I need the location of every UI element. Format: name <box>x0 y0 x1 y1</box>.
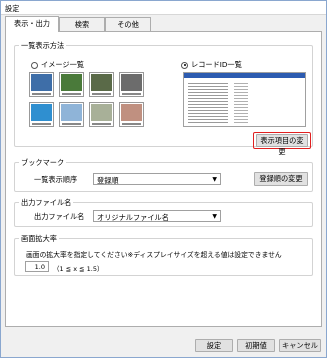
record-list-preview <box>183 72 306 127</box>
thumbnail <box>89 72 114 97</box>
output-filename-label: 出力ファイル名 <box>34 212 85 221</box>
tab-search[interactable]: 検索 <box>59 17 105 31</box>
radio-label: イメージ一覧 <box>41 60 84 69</box>
image-list-preview <box>29 72 144 127</box>
thumbnail <box>89 102 114 127</box>
thumbnail <box>59 72 84 97</box>
output-filename-select[interactable]: オリジナルファイル名 ▼ <box>93 210 221 222</box>
select-value: オリジナルファイル名 <box>97 213 169 222</box>
group-label: 一覧表示方法 <box>19 41 67 51</box>
tab-label: 表示・出力 <box>14 19 50 28</box>
group-label: ブックマーク <box>19 158 67 168</box>
radio-record-id-list[interactable]: レコードID一覧 <box>181 60 242 70</box>
cancel-button[interactable]: キャンセル <box>279 339 321 352</box>
tab-display-output[interactable]: 表示・出力 <box>5 16 59 32</box>
title-bar: 設定 <box>1 1 326 15</box>
reset-button[interactable]: 初期値 <box>237 339 275 352</box>
thumbnail <box>119 72 144 97</box>
thumbnail <box>29 102 54 127</box>
thumbnail <box>59 102 84 127</box>
group-label: 画面拡大率 <box>19 234 59 244</box>
group-label: 出力ファイル名 <box>19 198 74 208</box>
change-order-button[interactable]: 登録順の変更 <box>254 172 308 186</box>
ok-button[interactable]: 設定 <box>195 339 233 352</box>
radio-button[interactable] <box>31 61 38 69</box>
radio-button[interactable] <box>181 61 188 69</box>
radio-label: レコードID一覧 <box>191 60 242 69</box>
tab-label: その他 <box>117 20 139 29</box>
button-label: 初期値 <box>245 341 267 350</box>
window-title: 設定 <box>5 4 20 13</box>
tab-panel: 一覧表示方法 イメージ一覧 レコードID一覧 表示項目の変更 ブックマーク 一覧… <box>5 31 322 327</box>
change-display-items-button[interactable]: 表示項目の変更 <box>256 134 308 156</box>
thumbnail <box>29 72 54 97</box>
zoom-range: （1 ≦ x ≦ 1.5） <box>53 265 104 273</box>
zoom-description: 画面の拡大率を指定してください※ディスプレイサイズを超える値は設定できません <box>26 251 282 259</box>
select-value: 登録順 <box>97 176 119 185</box>
output-filename-group: 出力ファイル名 出力ファイル名 オリジナルファイル名 ▼ <box>14 198 313 227</box>
list-rows <box>234 81 248 125</box>
order-select[interactable]: 登録順 ▼ <box>93 173 221 185</box>
list-display-group: 一覧表示方法 イメージ一覧 レコードID一覧 表示項目の変更 <box>14 41 313 156</box>
radio-image-list[interactable]: イメージ一覧 <box>31 60 84 70</box>
button-label: 登録順の変更 <box>259 174 303 183</box>
zoom-input[interactable]: 1.0 <box>25 261 49 272</box>
order-label: 一覧表示順序 <box>34 175 78 184</box>
settings-dialog: 設定 表示・出力 検索 その他 一覧表示方法 イメージ一覧 レコードID一覧 表… <box>0 0 327 358</box>
chevron-down-icon: ▼ <box>212 213 217 220</box>
tab-other[interactable]: その他 <box>105 17 151 31</box>
chevron-down-icon: ▼ <box>212 176 217 183</box>
button-label: キャンセル <box>282 341 318 350</box>
button-label: 表示項目の変更 <box>260 136 304 156</box>
list-rows <box>188 81 228 125</box>
button-label: 設定 <box>206 341 222 350</box>
zoom-group: 画面拡大率 画面の拡大率を指定してください※ディスプレイサイズを超える値は設定で… <box>14 234 313 276</box>
zoom-value: 1.0 <box>34 263 45 271</box>
thumbnail <box>119 102 144 127</box>
tab-label: 検索 <box>74 20 90 29</box>
list-header-bar <box>184 73 305 78</box>
bookmark-group: ブックマーク 一覧表示順序 登録順 ▼ 登録順の変更 <box>14 158 313 192</box>
